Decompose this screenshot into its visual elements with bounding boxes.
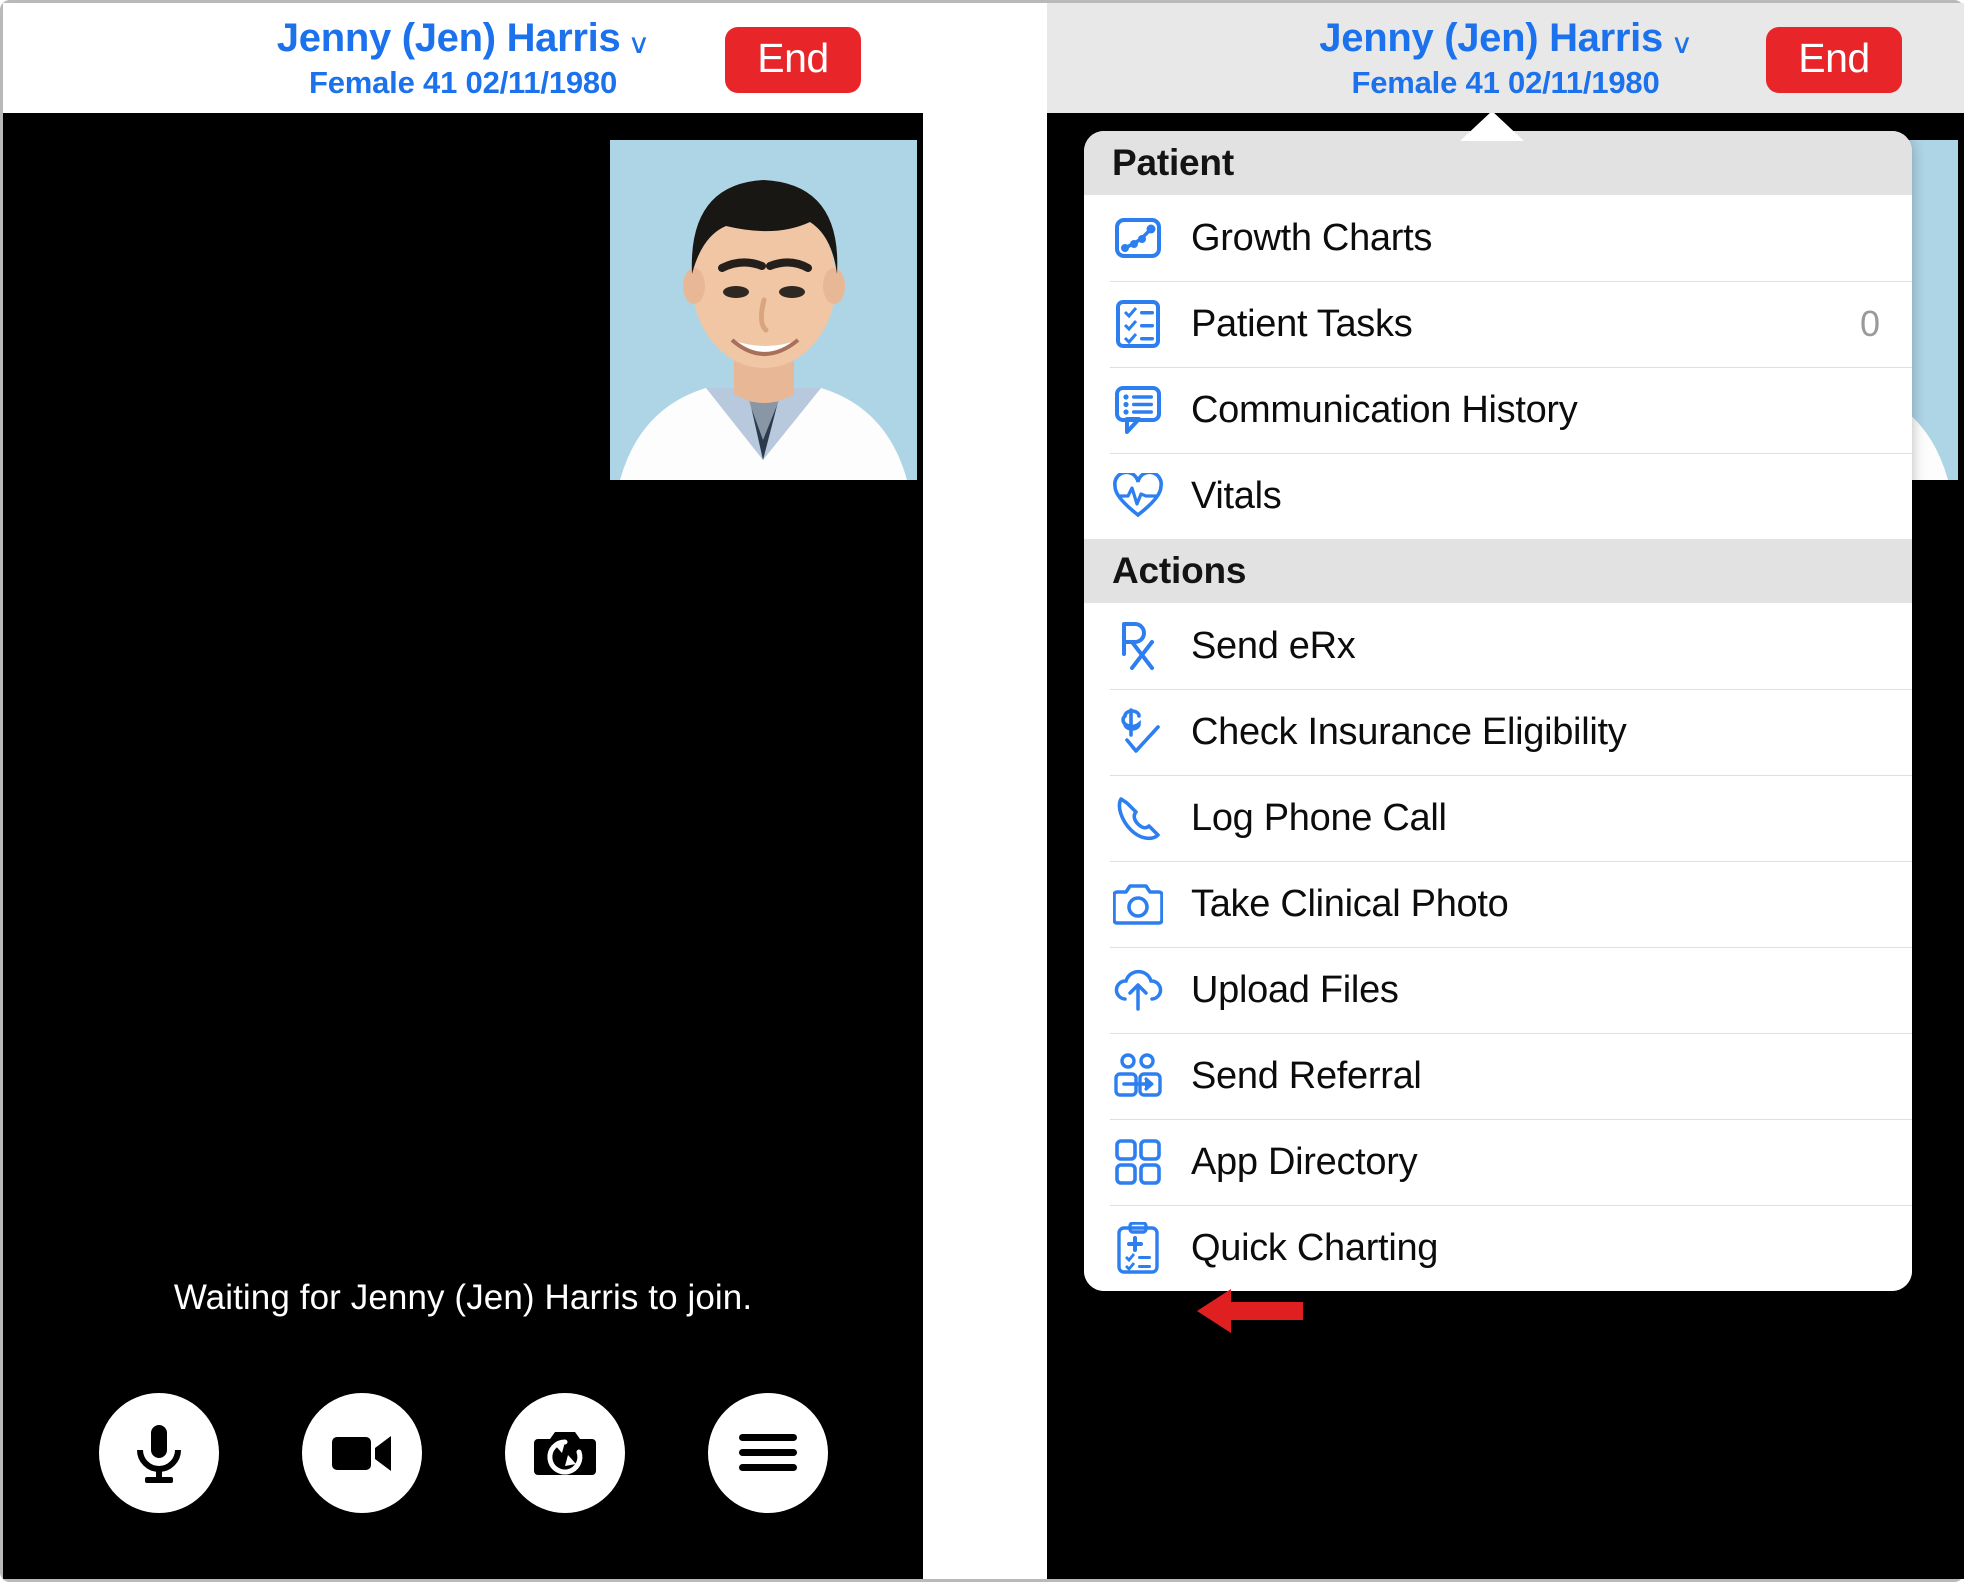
camera-flip-icon (533, 1432, 596, 1475)
menu-item-label: Quick Charting (1191, 1226, 1439, 1269)
chevron-down-icon-right: ∨ (1670, 28, 1694, 59)
menu-item-quick-charting[interactable]: Quick Charting (1084, 1205, 1912, 1291)
patient-name-row-right[interactable]: Jenny (Jen) Harris ∨ (1319, 15, 1694, 61)
camera-icon (1110, 876, 1166, 932)
call-header-left: Jenny (Jen) Harris ∨ Female 41 02/11/198… (3, 3, 923, 113)
menu-item-vitals[interactable]: Vitals (1084, 453, 1912, 539)
end-call-button[interactable]: End (725, 27, 861, 93)
growth-chart-icon (1110, 210, 1166, 266)
section-header-actions: Actions (1084, 539, 1912, 603)
call-header-right: Jenny (Jen) Harris ∨ Female 41 02/11/198… (1047, 3, 1964, 113)
popover-stage: Patient Growth Charts Patient Tasks 0 Co… (1047, 113, 1964, 1579)
menu-item-log-phone-call[interactable]: Log Phone Call (1084, 775, 1912, 861)
video-camera-icon (331, 1436, 391, 1471)
checklist-icon (1110, 296, 1166, 352)
patient-actions-popover: Patient Growth Charts Patient Tasks 0 Co… (1084, 131, 1912, 1291)
menu-item-label: Patient Tasks (1191, 302, 1413, 345)
menu-item-communication-history[interactable]: Communication History (1084, 367, 1912, 453)
camera-button[interactable] (301, 1393, 422, 1513)
menu-popover-panel: Jenny (Jen) Harris ∨ Female 41 02/11/198… (1047, 3, 1964, 1579)
menu-item-label: Take Clinical Photo (1191, 882, 1509, 925)
phone-icon (1110, 790, 1166, 846)
microphone-button[interactable] (98, 1393, 219, 1513)
menu-item-check-insurance-eligibility[interactable]: Check Insurance Eligibility (1084, 689, 1912, 775)
menu-item-growth-charts[interactable]: Growth Charts (1084, 195, 1912, 281)
waiting-status-text: Waiting for Jenny (Jen) Harris to join. (173, 1278, 753, 1317)
menu-item-send-referral[interactable]: Send Referral (1084, 1033, 1912, 1119)
patient-name-row[interactable]: Jenny (Jen) Harris ∨ (276, 15, 651, 61)
more-menu-button[interactable] (707, 1393, 828, 1513)
hamburger-menu-icon (738, 1434, 797, 1471)
end-call-button-right[interactable]: End (1766, 27, 1902, 93)
call-controls-bar (3, 1393, 923, 1513)
popover-pointer-arrow (1460, 113, 1524, 141)
grid-squares-icon (1110, 1134, 1166, 1190)
menu-item-label: Growth Charts (1191, 216, 1433, 259)
people-arrow-icon (1110, 1048, 1166, 1104)
video-stage: Waiting for Jenny (Jen) Harris to join. (3, 113, 923, 1579)
rx-icon (1110, 618, 1166, 674)
patient-info-right[interactable]: Jenny (Jen) Harris ∨ Female 41 02/11/198… (1319, 15, 1694, 101)
menu-item-label: Vitals (1191, 474, 1282, 517)
patient-tasks-count: 0 (1859, 303, 1880, 344)
comment-list-icon (1110, 382, 1166, 438)
menu-item-label: Check Insurance Eligibility (1191, 710, 1627, 753)
patient-info-left[interactable]: Jenny (Jen) Harris ∨ Female 41 02/11/198… (276, 15, 651, 101)
self-view-thumbnail[interactable] (610, 140, 917, 480)
menu-item-label: Log Phone Call (1191, 796, 1447, 839)
clipboard-plus-icon (1110, 1220, 1166, 1276)
menu-item-label: Send eRx (1191, 624, 1356, 667)
menu-item-take-clinical-photo[interactable]: Take Clinical Photo (1084, 861, 1912, 947)
patient-name: Jenny (Jen) Harris (276, 15, 621, 60)
patient-name-right: Jenny (Jen) Harris (1319, 15, 1663, 60)
heart-pulse-icon (1110, 468, 1166, 524)
video-call-panel: Jenny (Jen) Harris ∨ Female 41 02/11/198… (3, 3, 923, 1579)
screenshot-root: Jenny (Jen) Harris ∨ Female 41 02/11/198… (0, 0, 1964, 1582)
menu-item-app-directory[interactable]: App Directory (1084, 1119, 1912, 1205)
dollar-check-icon (1110, 704, 1166, 760)
chevron-down-icon: ∨ (627, 28, 651, 59)
menu-item-patient-tasks[interactable]: Patient Tasks 0 (1084, 281, 1912, 367)
patient-demographics: Female 41 02/11/1980 (309, 64, 617, 100)
menu-item-upload-files[interactable]: Upload Files (1084, 947, 1912, 1033)
cloud-upload-icon (1110, 962, 1166, 1018)
provider-portrait (610, 140, 917, 480)
menu-item-label: Upload Files (1191, 968, 1399, 1011)
menu-item-send-erx[interactable]: Send eRx (1084, 603, 1912, 689)
microphone-icon (136, 1425, 181, 1483)
patient-demographics-right: Female 41 02/11/1980 (1351, 64, 1660, 100)
menu-item-label: Send Referral (1191, 1054, 1422, 1097)
menu-item-label: App Directory (1191, 1140, 1418, 1183)
flip-camera-button[interactable] (504, 1393, 625, 1513)
menu-item-label: Communication History (1191, 388, 1578, 431)
